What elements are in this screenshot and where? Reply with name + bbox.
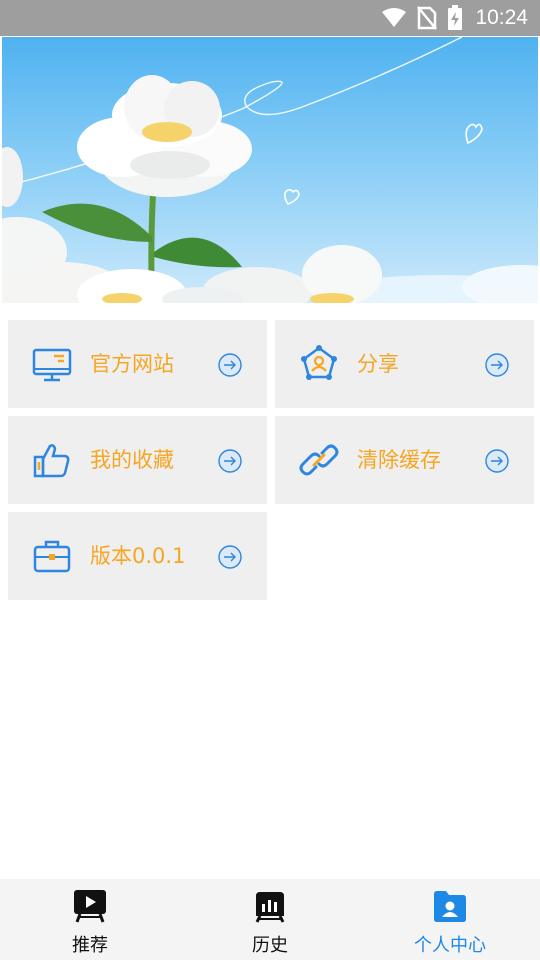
status-bar: 10:24 — [0, 0, 540, 36]
arrow-right-circle-icon — [485, 449, 509, 473]
tab-label: 推荐 — [72, 935, 108, 956]
link-icon — [299, 444, 339, 476]
bottom-tab-bar: 推荐 历史 个人中心 — [0, 879, 540, 960]
arrow-right-circle-icon — [218, 353, 242, 377]
menu-item-clear-cache[interactable]: 清除缓存 — [275, 416, 534, 504]
menu-item-share[interactable]: 分享 — [275, 320, 534, 408]
history-icon — [255, 892, 285, 923]
user-folder-icon — [434, 891, 466, 922]
menu-item-label: 官方网站 — [90, 352, 174, 376]
arrow-right-circle-icon — [218, 449, 242, 473]
menu-item-label: 清除缓存 — [357, 448, 441, 472]
menu-item-label: 我的收藏 — [90, 448, 174, 472]
battery-charging-icon — [448, 5, 463, 30]
menu-item-label: 版本0.0.1 — [90, 544, 186, 568]
monitor-icon — [32, 348, 72, 382]
banner-image[interactable] — [2, 37, 538, 303]
status-time: 10:24 — [475, 6, 528, 29]
tab-history[interactable]: 历史 — [180, 879, 360, 960]
tab-label: 历史 — [252, 935, 288, 956]
share-network-icon — [301, 345, 337, 380]
tab-profile[interactable]: 个人中心 — [360, 879, 540, 960]
tab-recommend[interactable]: 推荐 — [0, 879, 180, 960]
arrow-right-circle-icon — [218, 545, 242, 569]
status-icons: 10:24 — [381, 0, 528, 36]
menu-item-official-site[interactable]: 官方网站 — [8, 320, 267, 408]
menu-item-version[interactable]: 版本0.0.1 — [8, 512, 267, 600]
tab-label: 个人中心 — [414, 935, 486, 956]
video-play-icon — [74, 890, 106, 923]
thumbs-up-icon — [33, 444, 70, 478]
no-sim-icon — [417, 6, 438, 30]
briefcase-icon — [33, 540, 71, 573]
flower-banner-image — [2, 37, 538, 303]
menu-item-favorites[interactable]: 我的收藏 — [8, 416, 267, 504]
wifi-icon — [382, 8, 407, 27]
arrow-right-circle-icon — [485, 353, 509, 377]
menu-item-label: 分享 — [357, 352, 399, 376]
